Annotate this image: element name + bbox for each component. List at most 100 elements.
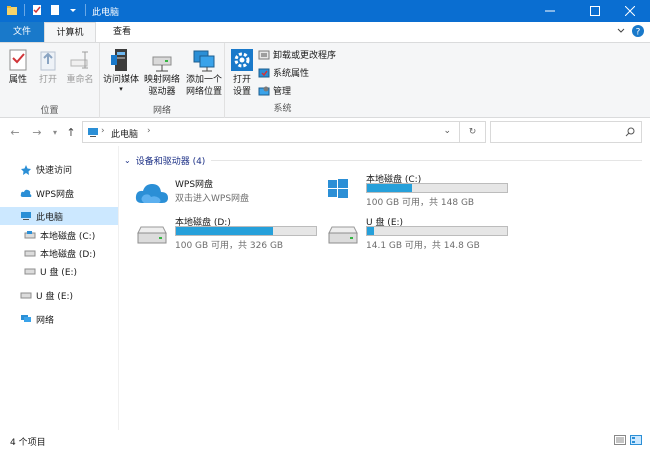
open-settings-button[interactable]: 打开 设置 — [227, 46, 257, 98]
tile-usb-e[interactable]: U 盘 (E:) 14.1 GB 可用，共 14.8 GB — [326, 215, 516, 251]
sidebar-item-network[interactable]: 网络 — [0, 310, 118, 328]
usage-bar — [366, 183, 508, 193]
usb-drive-icon — [24, 266, 36, 276]
ribbon-group-label: 网络 — [152, 106, 171, 116]
map-drive-icon — [149, 46, 175, 74]
tile-subtitle: 100 GB 可用，共 148 GB — [366, 198, 475, 208]
manage-icon — [258, 86, 270, 95]
cloud-icon — [20, 188, 32, 198]
chevron-down-icon: ▾ — [52, 127, 57, 137]
uninstall-label: 卸载或更改程序 — [273, 51, 337, 61]
chevron-down-icon[interactable] — [616, 26, 626, 36]
settings-icon — [229, 46, 255, 74]
usb-drive-icon — [20, 290, 32, 300]
sidebar-item-drive-d[interactable]: 本地磁盘 (D:) — [0, 244, 118, 262]
properties-label: 属性 — [8, 75, 27, 85]
drive-icon — [135, 219, 169, 244]
quick-access-toolbar — [6, 4, 86, 16]
back-button[interactable]: ← — [8, 125, 22, 139]
title-bar: 此电脑 — [0, 0, 650, 22]
ribbon-help-area: ? — [616, 25, 644, 37]
tab-file[interactable]: 文件 — [0, 22, 44, 42]
open-icon — [35, 46, 61, 74]
arrow-up-icon: ↑ — [66, 125, 76, 139]
sidebar-item-drive-c[interactable]: 本地磁盘 (C:) — [0, 226, 118, 244]
maximize-button[interactable] — [575, 0, 615, 22]
sidebar-item-usb-e[interactable]: U 盘 (E:) — [0, 262, 118, 280]
tiles-view-icon[interactable] — [630, 435, 642, 445]
tab-view[interactable]: 查看 — [100, 22, 144, 42]
close-icon — [625, 6, 635, 16]
new-folder-icon[interactable] — [49, 4, 61, 16]
rename-icon — [67, 46, 93, 74]
divider — [24, 4, 25, 16]
up-button[interactable]: ↑ — [64, 125, 78, 139]
add-network-location-button[interactable]: 添加一个 网络位置 — [184, 46, 224, 98]
rename-label: 重命名 — [66, 75, 94, 85]
svg-text:?: ? — [636, 28, 641, 38]
tile-name: WPS网盘 — [175, 180, 214, 190]
details-view-icon[interactable] — [614, 435, 626, 445]
item-count: 4 个项目 — [10, 438, 46, 448]
maximize-icon — [590, 6, 600, 16]
manage-button[interactable]: 管理 — [258, 84, 291, 97]
address-bar[interactable]: › 此电脑 › ⌄ — [82, 121, 460, 143]
search-icon — [625, 127, 635, 137]
chevron-down-icon: ⌄ — [124, 155, 131, 165]
tile-subtitle: 14.1 GB 可用，共 14.8 GB — [366, 241, 480, 251]
group-header-devices[interactable]: ⌄ 设备和驱动器 (4) — [124, 153, 642, 167]
open-button[interactable]: 打开 — [34, 46, 62, 86]
sidebar-item-quick-access[interactable]: 快速访问 — [0, 160, 118, 178]
map-drive-button[interactable]: 映射网络 驱动器 — [142, 46, 182, 98]
arrow-right-icon: → — [32, 125, 42, 139]
refresh-button[interactable]: ↻ — [460, 121, 486, 143]
tile-subtitle: 100 GB 可用，共 326 GB — [175, 241, 284, 251]
help-icon[interactable]: ? — [632, 25, 644, 37]
close-button[interactable] — [610, 0, 650, 22]
tile-drive-c[interactable]: 本地磁盘 (C:) 100 GB 可用，共 148 GB — [326, 172, 516, 208]
minimize-icon — [545, 10, 555, 12]
computer-icon — [88, 128, 98, 137]
map-drive-label: 映射网络 驱动器 — [143, 75, 180, 97]
tile-wps-cloud[interactable]: WPS网盘 双击进入WPS网盘 — [135, 177, 325, 207]
address-path[interactable]: 此电脑 — [111, 127, 138, 140]
minimize-button[interactable] — [530, 0, 570, 22]
usage-fill — [367, 184, 412, 192]
chevron-right-icon: › — [101, 126, 105, 136]
ribbon: 属性 打开 重命名 位置 访问媒体 ▾ 映射网络 驱动器 添加一个 网络位置 网… — [0, 42, 650, 119]
rename-button[interactable]: 重命名 — [64, 46, 96, 86]
system-properties-label: 系统属性 — [273, 69, 310, 79]
usage-bar — [366, 226, 508, 236]
arrow-left-icon: ← — [10, 125, 20, 139]
properties-icon[interactable] — [31, 4, 43, 16]
tab-computer[interactable]: 计算机 — [44, 22, 96, 43]
group-title: 设备和驱动器 (4) — [135, 156, 206, 167]
drive-icon — [24, 248, 36, 258]
sidebar-item-usb-e-root[interactable]: U 盘 (E:) — [0, 286, 118, 304]
usage-bar — [175, 226, 317, 236]
chevron-right-icon[interactable]: › — [147, 126, 151, 136]
drive-icon — [24, 230, 36, 240]
sidebar-item-wps-cloud[interactable]: WPS网盘 — [0, 184, 118, 202]
search-box[interactable] — [490, 121, 642, 143]
customize-dropdown-icon[interactable] — [67, 4, 79, 16]
sidebar-item-label: 网络 — [36, 315, 55, 326]
uninstall-icon — [258, 50, 270, 59]
ribbon-group-location: 属性 打开 重命名 位置 — [0, 43, 100, 119]
sidebar-item-label: U 盘 (E:) — [36, 291, 74, 302]
access-media-button[interactable]: 访问媒体 ▾ — [102, 46, 140, 93]
manage-label: 管理 — [273, 87, 292, 97]
forward-button[interactable]: → — [30, 125, 44, 139]
system-properties-icon — [258, 68, 270, 77]
sidebar-item-label: 本地磁盘 (C:) — [40, 231, 96, 242]
uninstall-program-button[interactable]: 卸载或更改程序 — [258, 48, 336, 61]
recent-locations-button[interactable]: ▾ — [48, 125, 62, 139]
system-properties-button[interactable]: 系统属性 — [258, 66, 309, 79]
properties-button[interactable]: 属性 — [4, 46, 32, 86]
explorer-icon[interactable] — [6, 4, 18, 16]
chevron-down-icon[interactable]: ⌄ — [443, 126, 451, 136]
checklist-icon — [5, 46, 31, 74]
tile-drive-d[interactable]: 本地磁盘 (D:) 100 GB 可用，共 326 GB — [135, 215, 325, 251]
sidebar-item-this-pc[interactable]: 此电脑 — [0, 207, 118, 225]
sidebar-item-label: WPS网盘 — [36, 189, 75, 200]
